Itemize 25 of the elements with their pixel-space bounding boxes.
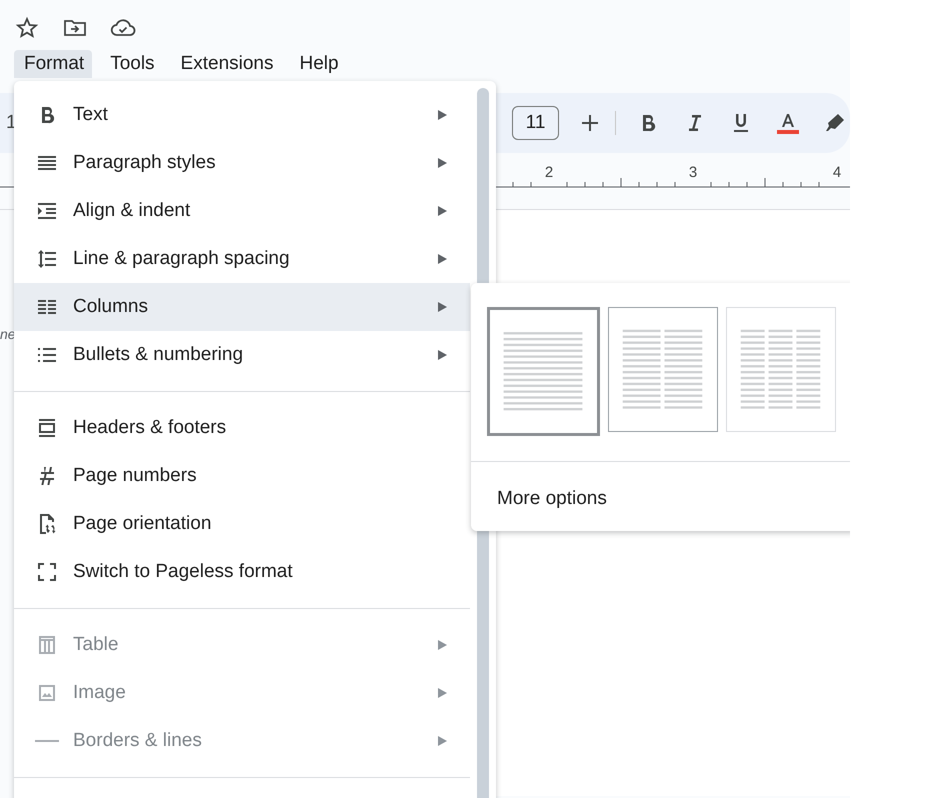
menu-item[interactable]: Headers & footers bbox=[14, 404, 470, 452]
text-color-icon bbox=[776, 111, 800, 135]
menu-item[interactable]: Align & indent bbox=[14, 187, 470, 235]
menu-item[interactable]: Switch to Pageless format bbox=[14, 548, 470, 596]
column-layout-option[interactable] bbox=[608, 307, 718, 432]
line-icon bbox=[35, 740, 59, 742]
ruler-number: 2 bbox=[544, 164, 554, 181]
menu-bar-item[interactable]: Tools bbox=[100, 50, 163, 78]
menu-item[interactable]: Line & paragraph spacing bbox=[14, 235, 470, 283]
menu-item[interactable]: Paragraph styles bbox=[14, 139, 470, 187]
ruler-number: 4 bbox=[832, 164, 842, 181]
menu-item[interactable]: Page numbers bbox=[14, 452, 470, 500]
font-size-field[interactable]: 11 bbox=[512, 106, 559, 140]
star-icon[interactable] bbox=[14, 16, 40, 40]
menu-bar-item[interactable]: Format bbox=[14, 50, 92, 78]
menu-bar-item[interactable]: Extensions bbox=[170, 50, 282, 78]
pageless-icon bbox=[35, 560, 59, 584]
menu-item[interactable]: Text bbox=[14, 91, 470, 139]
menu-item[interactable]: Columns bbox=[14, 283, 470, 331]
menu-item[interactable]: Bullets & numbering bbox=[14, 331, 470, 379]
column-layout-option[interactable] bbox=[487, 307, 600, 436]
more-options-item[interactable]: More options bbox=[497, 488, 607, 510]
menu-bar-item[interactable]: Help bbox=[290, 50, 347, 78]
menu-item[interactable]: Page orientation bbox=[14, 500, 470, 548]
ruler-number: 3 bbox=[688, 164, 698, 181]
